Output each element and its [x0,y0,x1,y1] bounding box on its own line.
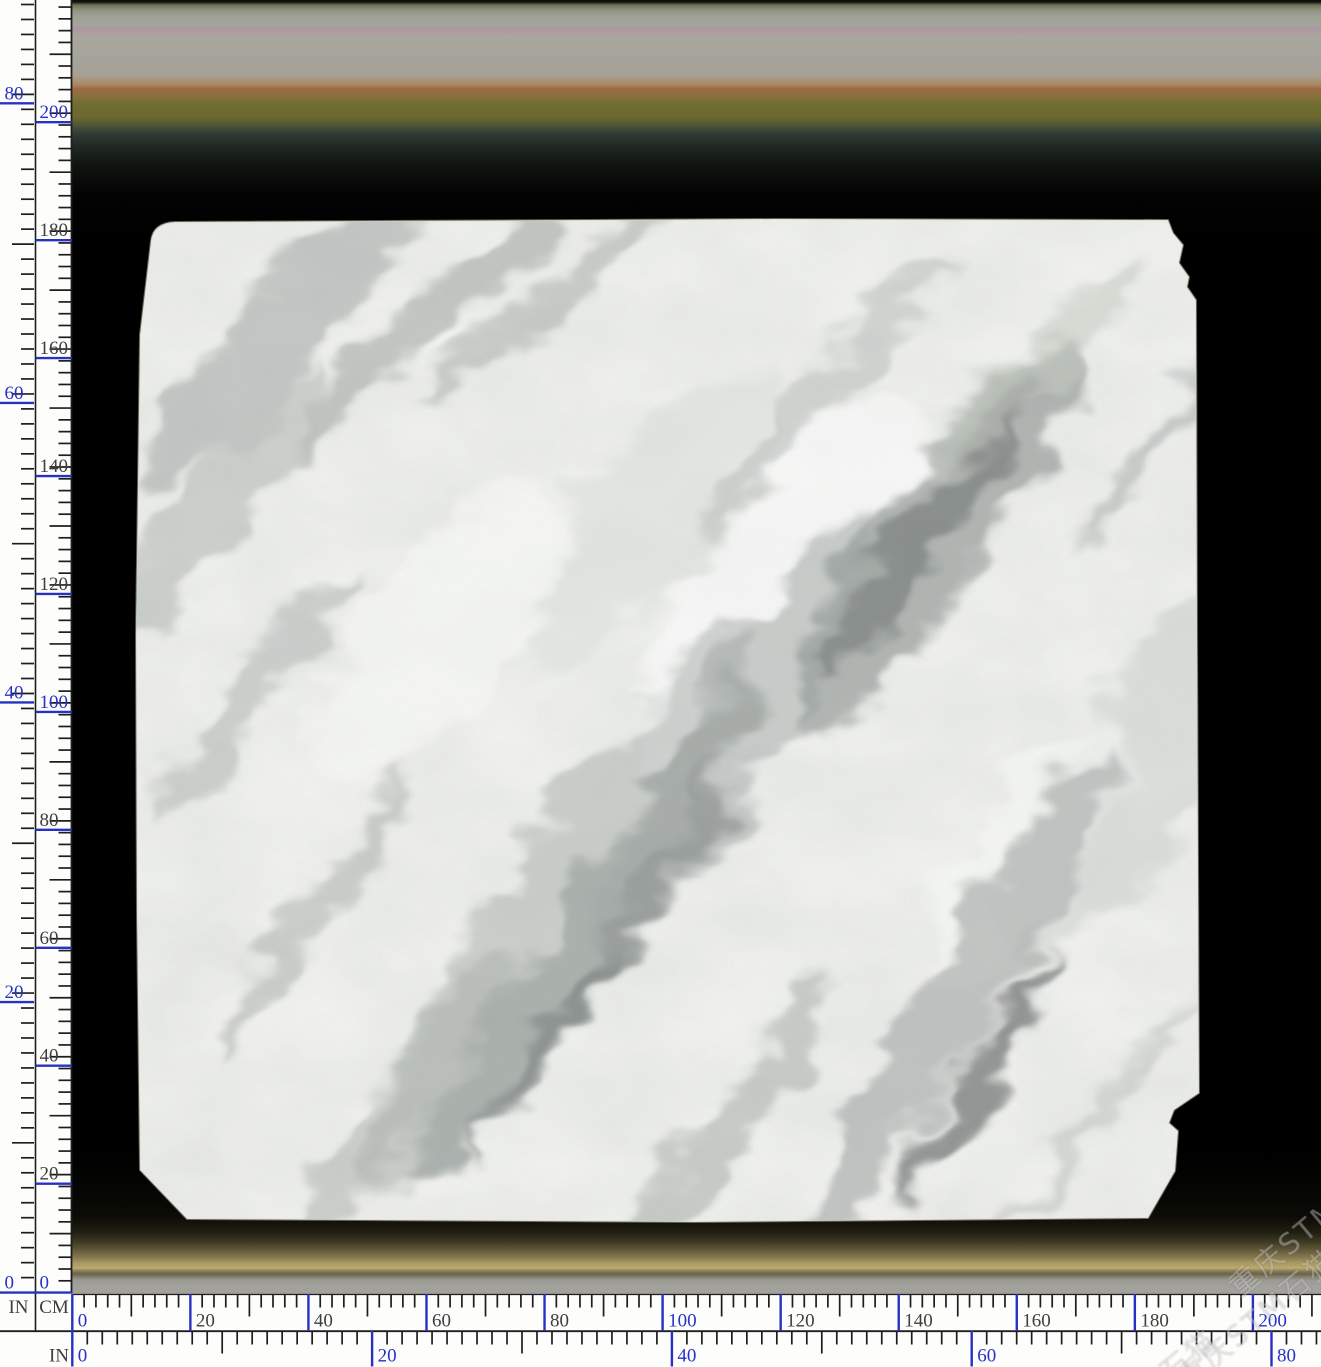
svg-text:160: 160 [1022,1311,1051,1332]
svg-text:20: 20 [378,1346,397,1367]
svg-text:40: 40 [677,1346,696,1367]
svg-text:140: 140 [40,456,69,477]
svg-text:80: 80 [5,83,24,104]
svg-text:160: 160 [40,338,69,359]
measurement-rulers: 0204060801001201401601802000204060800204… [0,0,1321,1367]
svg-text:0: 0 [5,1273,15,1294]
svg-text:200: 200 [40,102,69,123]
svg-text:180: 180 [1140,1311,1169,1332]
svg-text:60: 60 [432,1311,451,1332]
svg-text:20: 20 [40,1164,59,1185]
svg-text:20: 20 [196,1311,215,1332]
corner-unit-in: IN [8,1297,28,1318]
svg-text:100: 100 [668,1311,697,1332]
svg-text:40: 40 [5,682,24,703]
slab-scanner-viewport: 0204060801001201401601802000204060800204… [0,0,1321,1367]
svg-text:180: 180 [40,220,69,241]
ruler-frame [0,0,1321,1331]
svg-text:80: 80 [1277,1346,1296,1367]
corner-unit-cm: CM [39,1297,69,1318]
svg-text:140: 140 [904,1311,933,1332]
svg-text:120: 120 [786,1311,815,1332]
svg-text:40: 40 [40,1046,59,1067]
svg-text:80: 80 [550,1311,569,1332]
svg-text:100: 100 [40,692,69,713]
svg-text:60: 60 [5,383,24,404]
svg-text:80: 80 [40,810,59,831]
corner-unit-in-bottom-row: IN [49,1346,69,1367]
svg-text:20: 20 [5,982,24,1003]
svg-text:60: 60 [40,928,59,949]
svg-text:0: 0 [78,1311,88,1332]
svg-text:60: 60 [977,1346,996,1367]
svg-text:120: 120 [40,574,69,595]
ruler-backgrounds [0,0,1321,1367]
svg-text:200: 200 [1258,1311,1287,1332]
svg-text:0: 0 [78,1346,88,1367]
svg-text:0: 0 [40,1273,50,1294]
svg-text:40: 40 [314,1311,333,1332]
